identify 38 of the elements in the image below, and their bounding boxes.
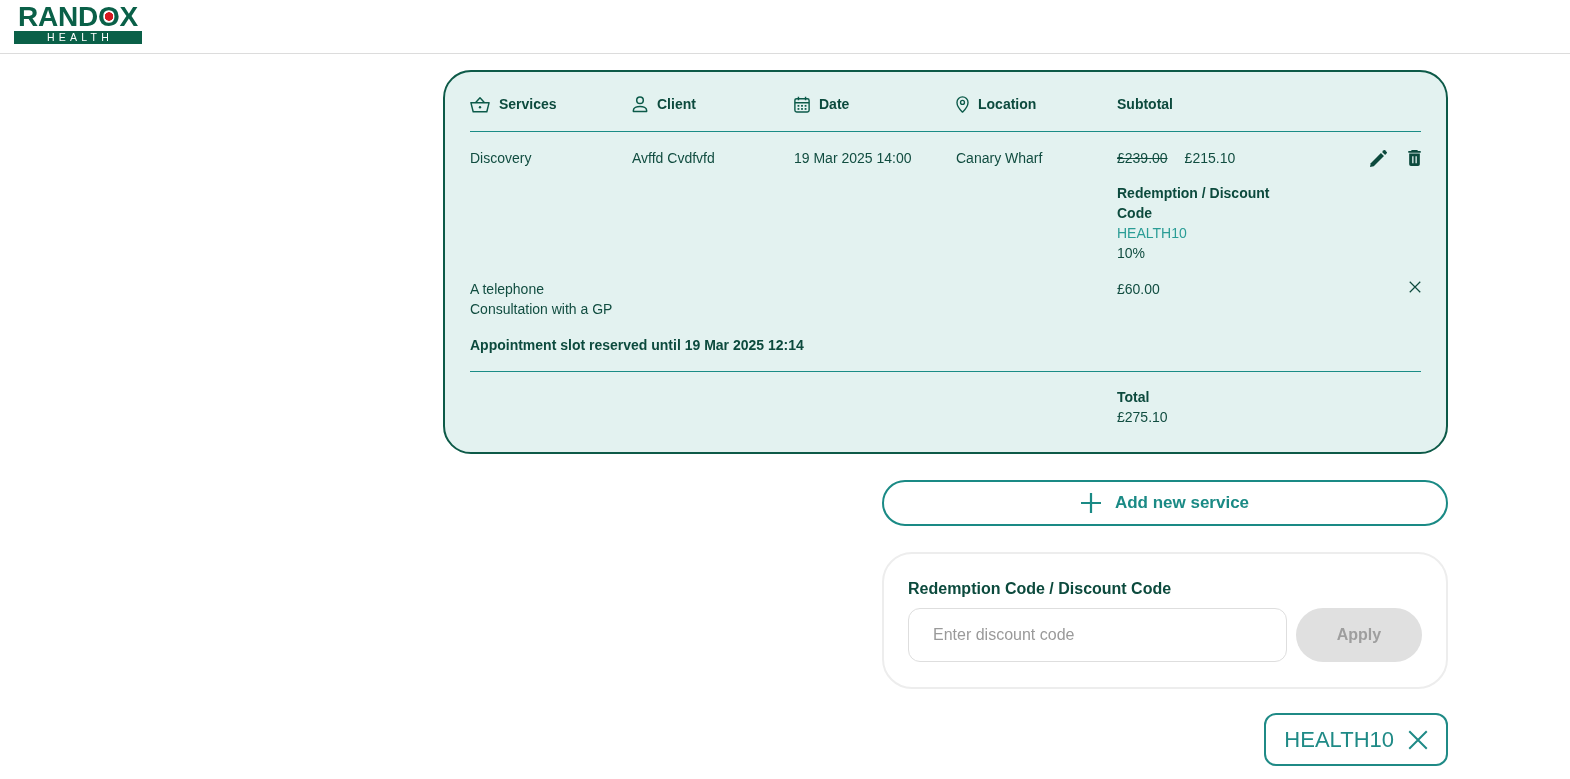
applied-code: HEALTH10 [1284, 726, 1394, 753]
location-pin-icon [956, 95, 969, 113]
discount-percent: 10% [1117, 244, 1147, 263]
remove-code-button[interactable] [1408, 729, 1428, 750]
service-name: A telephone Consultation with a GP [470, 280, 614, 319]
column-header: Date [819, 95, 850, 114]
total-amount: £275.10 [1117, 408, 1169, 427]
discounted-price: £215.10 [1184, 149, 1236, 168]
plus-icon [1080, 493, 1101, 513]
close-icon [1409, 281, 1421, 293]
logo-wordmark: RANDOX [16, 4, 140, 31]
remove-button[interactable] [1409, 281, 1421, 293]
discount-code-field[interactable]: Enter discount code [908, 608, 1287, 662]
reservation-notice: Appointment slot reserved until 19 Mar 2025 12:14 [470, 319, 1421, 372]
calendar-icon [794, 95, 810, 113]
appointment-date: 19 Mar 2025 14:00 [794, 149, 913, 168]
column-header: Client [657, 95, 696, 114]
price: £60.00 [1117, 280, 1160, 299]
discount-heading: Redemption Code / Discount Code [908, 579, 1173, 599]
edit-button[interactable] [1370, 150, 1387, 167]
discount-label: Redemption / Discount Code [1117, 184, 1271, 223]
logo-tagline: HEALTH [14, 31, 142, 44]
discount-code: HEALTH10 [1117, 224, 1188, 243]
person-icon [632, 95, 648, 113]
add-service-button[interactable]: Add new service [882, 480, 1448, 526]
original-price: £239.00 [1117, 149, 1168, 168]
column-header: Subtotal [1117, 95, 1173, 114]
column-header: Services [499, 95, 557, 114]
location-name: Canary Wharf [956, 149, 1044, 168]
service-name: Discovery [470, 149, 533, 168]
total-label: Total [1117, 388, 1151, 407]
column-header: Location [978, 95, 1037, 114]
basket-icon [470, 95, 490, 113]
close-icon [1408, 729, 1428, 750]
client-name: Avffd Cvdfvfd [632, 149, 716, 168]
delete-button[interactable] [1408, 150, 1421, 166]
trash-icon [1408, 150, 1421, 166]
pencil-icon [1370, 150, 1387, 167]
